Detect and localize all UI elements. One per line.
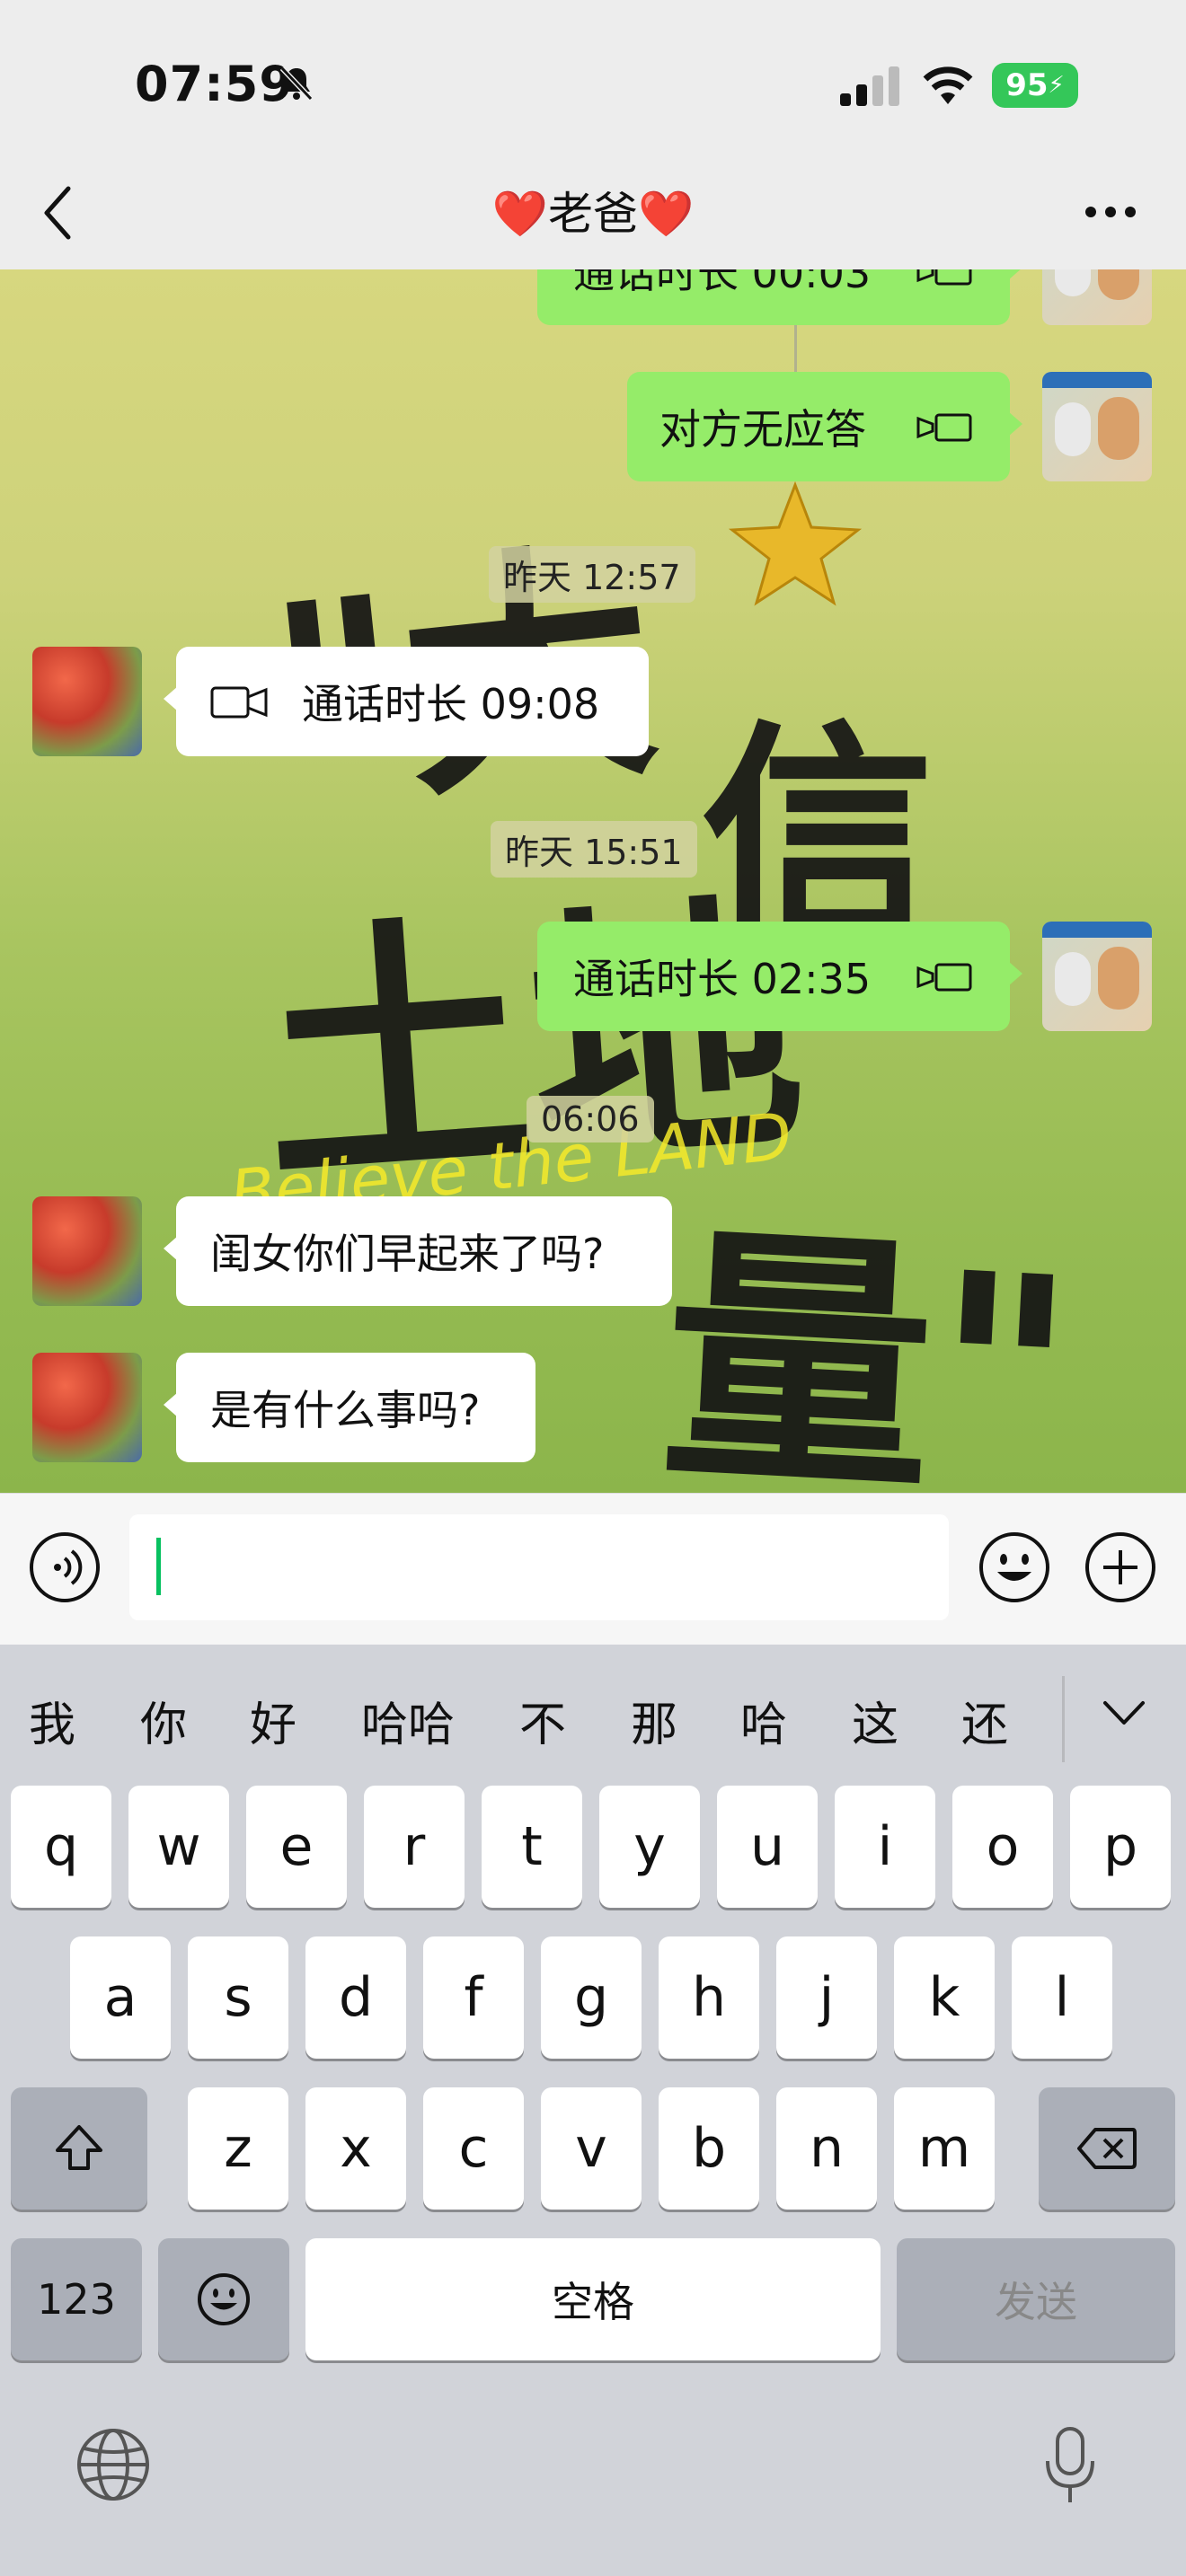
candidate-word[interactable]: 我 xyxy=(29,1687,75,1754)
key[interactable]: z xyxy=(188,2087,288,2210)
divider xyxy=(1062,1676,1065,1762)
star-icon xyxy=(728,481,863,606)
emoji-icon[interactable] xyxy=(978,1531,1051,1604)
contact-name: 老爸 xyxy=(548,188,638,240)
candidate-word[interactable]: 这 xyxy=(852,1687,898,1754)
key[interactable]: v xyxy=(541,2087,642,2210)
backspace-key[interactable] xyxy=(1039,2087,1175,2210)
key[interactable]: g xyxy=(541,1936,642,2059)
key[interactable]: m xyxy=(894,2087,995,2210)
message-bubble[interactable]: 是有什么事吗? xyxy=(164,1353,535,1462)
key[interactable]: u xyxy=(717,1786,818,1908)
key[interactable]: c xyxy=(423,2087,524,2210)
shift-key[interactable] xyxy=(11,2087,147,2210)
candidate-word[interactable]: 好 xyxy=(250,1687,296,1754)
candidate-word[interactable]: 哈 xyxy=(740,1687,787,1754)
shift-icon xyxy=(56,2125,102,2170)
bell-muted-icon xyxy=(279,66,314,101)
candidate-word[interactable]: 哈哈 xyxy=(361,1687,455,1754)
video-call-icon xyxy=(916,963,972,992)
key[interactable]: i xyxy=(835,1786,935,1908)
key[interactable]: a xyxy=(70,1936,171,2059)
message-bubble[interactable]: 通话时长 00:03 xyxy=(537,269,1022,325)
message-bubble[interactable]: 对方无应答 xyxy=(627,372,1022,481)
key[interactable]: w xyxy=(128,1786,229,1908)
message-bubble[interactable]: 通话时长 09:08 xyxy=(164,647,649,756)
wifi-icon xyxy=(923,66,973,104)
chat-title: ❤️老爸❤️ xyxy=(0,178,1186,243)
video-call-icon xyxy=(210,686,268,719)
timestamp: 昨天 12:57 xyxy=(489,546,695,603)
key[interactable]: f xyxy=(423,1936,524,2059)
backspace-icon xyxy=(1077,2128,1137,2169)
key[interactable]: h xyxy=(659,1936,759,2059)
key[interactable]: x xyxy=(305,2087,406,2210)
key[interactable]: j xyxy=(776,1936,877,2059)
message-bubble[interactable]: 闺女你们早起来了吗? xyxy=(164,1196,672,1306)
key[interactable]: p xyxy=(1070,1786,1171,1908)
wallpaper-art: 量" xyxy=(655,1197,1082,1493)
avatar-me[interactable] xyxy=(1042,269,1152,325)
microphone-icon[interactable] xyxy=(1042,2425,1098,2506)
avatar-me[interactable] xyxy=(1042,922,1152,1031)
key[interactable]: o xyxy=(952,1786,1053,1908)
chat-area[interactable]: "大 信 土地 量" Believe the LAND 通话时长 00:03 对… xyxy=(0,269,1186,1493)
clock: 07:59 xyxy=(135,56,294,112)
message-bubble[interactable]: 通话时长 02:35 xyxy=(537,922,1022,1031)
avatar-contact[interactable] xyxy=(32,647,142,756)
key[interactable]: s xyxy=(188,1936,288,2059)
more-options-icon[interactable] xyxy=(1084,205,1137,219)
key[interactable]: b xyxy=(659,2087,759,2210)
key[interactable]: n xyxy=(776,2087,877,2210)
space-key[interactable]: 空格 xyxy=(305,2238,881,2360)
video-call-icon xyxy=(916,269,972,286)
candidate-word[interactable]: 那 xyxy=(631,1687,677,1754)
key[interactable]: y xyxy=(599,1786,700,1908)
send-key[interactable]: 发送 xyxy=(897,2238,1175,2360)
message-input[interactable] xyxy=(129,1514,949,1620)
candidate-word[interactable]: 还 xyxy=(961,1687,1008,1754)
key[interactable]: q xyxy=(11,1786,111,1908)
numbers-key[interactable]: 123 xyxy=(11,2238,142,2360)
voice-input-icon[interactable] xyxy=(29,1531,101,1603)
key[interactable]: d xyxy=(305,1936,406,2059)
timestamp: 06:06 xyxy=(527,1096,654,1142)
heart-icon: ❤️ xyxy=(638,188,695,240)
candidate-word[interactable]: 你 xyxy=(140,1687,187,1754)
heart-icon: ❤️ xyxy=(491,188,548,240)
cellular-signal-icon xyxy=(840,66,899,106)
avatar-contact[interactable] xyxy=(32,1196,142,1306)
text-caret xyxy=(156,1538,161,1595)
chevron-down-icon[interactable] xyxy=(1102,1698,1146,1728)
globe-icon[interactable] xyxy=(75,2427,151,2502)
candidate-word[interactable]: 不 xyxy=(519,1687,566,1754)
add-more-icon[interactable] xyxy=(1084,1531,1157,1604)
emoji-icon xyxy=(198,2273,250,2325)
avatar-contact[interactable] xyxy=(32,1353,142,1462)
key[interactable]: e xyxy=(246,1786,347,1908)
timestamp: 昨天 15:51 xyxy=(491,821,697,878)
key[interactable]: t xyxy=(482,1786,582,1908)
emoji-key[interactable] xyxy=(158,2238,289,2360)
video-call-icon xyxy=(916,413,972,442)
avatar-me[interactable] xyxy=(1042,372,1152,481)
key[interactable]: k xyxy=(894,1936,995,2059)
key[interactable]: r xyxy=(364,1786,465,1908)
key[interactable]: l xyxy=(1012,1936,1112,2059)
battery-indicator: 95 ⚡ xyxy=(992,63,1078,108)
